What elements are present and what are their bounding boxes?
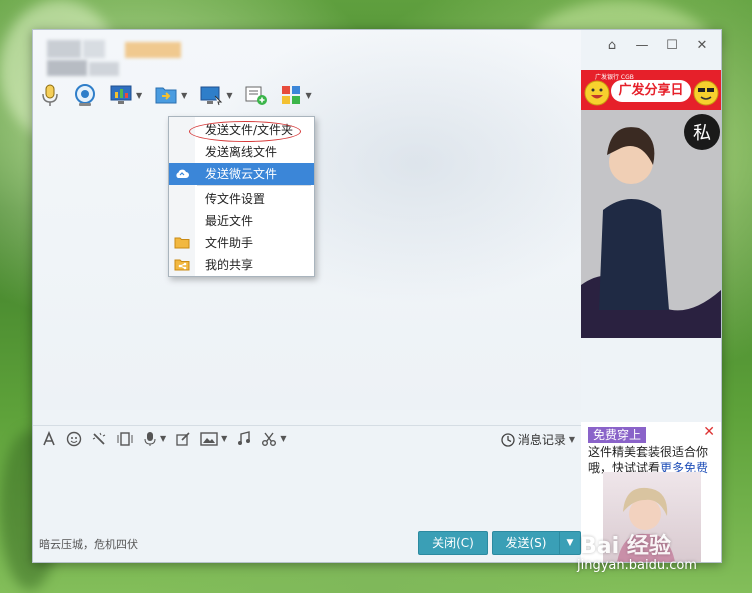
chevron-down-icon[interactable]: ▼ (136, 91, 142, 100)
close-button[interactable]: ✕ (693, 36, 711, 54)
image-icon (200, 431, 218, 446)
file-transfer-button[interactable]: ▼ (154, 81, 187, 109)
highlight-oval (189, 121, 301, 142)
edit-button[interactable] (175, 431, 191, 447)
send-message-icon (245, 86, 268, 105)
message-input[interactable] (33, 451, 581, 529)
menu-item-send-weiyun-file[interactable]: 发送微云文件 (169, 163, 314, 185)
edit-icon (176, 431, 190, 446)
ad-tag: 免费穿上 (588, 427, 647, 443)
apps-icon (282, 86, 301, 104)
smiley-icon (584, 80, 610, 106)
voice-call-button[interactable] (39, 81, 61, 109)
chevron-down-icon[interactable]: ▼ (569, 435, 575, 444)
window-controls: ⌂ — ☐ ✕ (603, 36, 711, 54)
remote-desktop-button[interactable]: ▼ (199, 81, 232, 109)
ad-banner-top[interactable]: 广发银行 CGB 广发分享日 私 (581, 70, 721, 338)
menu-item-file-transfer-settings[interactable]: 传文件设置 (169, 188, 314, 210)
folder-send-icon (155, 87, 177, 104)
send-button[interactable]: 发送(S) (492, 531, 560, 555)
camera-icon (75, 84, 95, 106)
emoji-button[interactable] (66, 431, 82, 447)
apps-button[interactable]: ▼ (280, 81, 312, 109)
ad-illustration: 私 (581, 110, 721, 338)
send-message-button[interactable] (244, 81, 268, 109)
menu-item-label: 我的共享 (205, 258, 254, 272)
sunglasses-smiley-icon (693, 80, 719, 106)
menu-separator (197, 185, 311, 186)
baidu-watermark-url: jingyan.baidu.com (577, 558, 697, 573)
menu-item-send-offline-file[interactable]: 发送离线文件 (169, 141, 314, 163)
menu-item-label: 发送微云文件 (205, 167, 278, 181)
font-button[interactable] (41, 430, 57, 447)
menu-item-label: 文件助手 (205, 236, 254, 250)
minimize-button[interactable]: — (633, 36, 651, 54)
chevron-down-icon[interactable]: ▼ (181, 91, 187, 100)
contact-signature: 暗云压城，危机四伏 (39, 538, 138, 551)
toolbar: ▼ ▼ ▼ ▼ (39, 80, 324, 110)
music-button[interactable] (236, 430, 252, 447)
maximize-button[interactable]: ☐ (663, 36, 681, 54)
clock-icon (501, 432, 515, 447)
magic-wand-icon (92, 432, 106, 445)
ad-close-button[interactable]: ✕ (703, 424, 715, 440)
message-history-button[interactable]: 消息记录 ▼ (501, 431, 575, 448)
menu-item-label: 最近文件 (205, 214, 254, 228)
chat-window: ⌂ — ☐ ✕ ▼ ▼ ▼ ▼ 发送文件/文件夹 发送离线文件 发送微云文件 传… (32, 29, 722, 563)
svg-text:私: 私 (693, 123, 711, 144)
chevron-down-icon[interactable]: ▼ (280, 434, 286, 443)
remote-desktop-icon (200, 86, 223, 106)
contact-title-blurred (47, 40, 181, 76)
share-folder-icon (174, 259, 190, 271)
ad-pill-text: 广发分享日 (611, 80, 691, 102)
microphone-icon (42, 84, 58, 106)
ad-header: 广发银行 CGB 广发分享日 (581, 70, 721, 110)
folder-icon (174, 237, 190, 249)
shake-button[interactable] (91, 431, 107, 447)
chevron-down-icon[interactable]: ▼ (221, 434, 227, 443)
menu-item-label: 传文件设置 (205, 192, 266, 206)
baidu-watermark: Bai 经验 (580, 534, 671, 559)
menu-item-recent-files[interactable]: 最近文件 (169, 210, 314, 232)
microphone-icon (144, 431, 156, 446)
chevron-down-icon[interactable]: ▼ (160, 434, 166, 443)
chevron-down-icon[interactable]: ▼ (305, 91, 311, 100)
scissors-icon (262, 432, 277, 446)
screen-share-icon (110, 85, 132, 104)
menu-item-send-file-folder[interactable]: 发送文件/文件夹 (169, 119, 314, 142)
menu-item-file-assistant[interactable]: 文件助手 (169, 232, 314, 254)
video-call-button[interactable] (73, 81, 97, 109)
music-icon (238, 430, 251, 445)
file-transfer-menu: 发送文件/文件夹 发送离线文件 发送微云文件 传文件设置 最近文件 文件助手 我… (168, 116, 315, 277)
ad-text-line: 这件精美套装很适合你 (588, 445, 709, 459)
message-history-label: 消息记录 (517, 433, 566, 447)
menu-item-label: 发送离线文件 (205, 145, 278, 159)
font-icon (43, 430, 55, 445)
chevron-down-icon[interactable]: ▼ (226, 91, 232, 100)
menu-item-my-share[interactable]: 我的共享 (169, 254, 314, 276)
send-options-dropdown[interactable]: ▼ (559, 531, 581, 555)
voice-message-button[interactable]: ▼ (143, 431, 166, 447)
close-chat-button[interactable]: 关闭(C) (418, 531, 488, 555)
vibrate-button[interactable] (116, 431, 134, 447)
screenshot-button[interactable]: ▼ (261, 431, 286, 447)
vibrate-icon (117, 431, 133, 446)
screen-share-button[interactable]: ▼ (109, 81, 142, 109)
cloud-icon (176, 169, 189, 178)
image-button[interactable]: ▼ (200, 431, 227, 447)
format-toolbar: ▼ ▼ ▼ 消息记录 ▼ (33, 425, 581, 451)
emoji-icon (66, 431, 82, 446)
shield-icon[interactable]: ⌂ (603, 36, 621, 54)
